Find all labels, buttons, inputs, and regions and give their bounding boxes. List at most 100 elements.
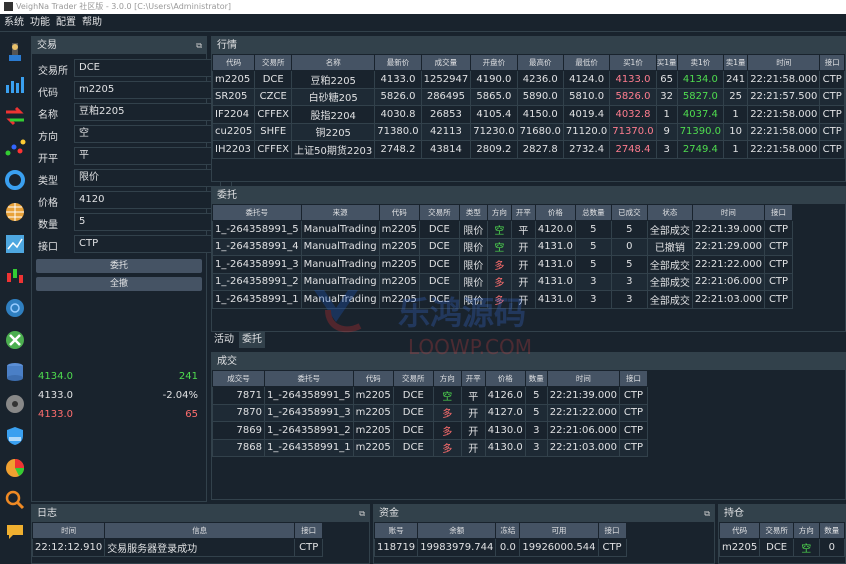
- tick-header[interactable]: 名称: [291, 54, 376, 71]
- direction-select[interactable]: 空: [74, 125, 232, 143]
- tick-row[interactable]: m2205 DCE 豆粕2205 4133.0 1252947 4190.0 4236.0 4…: [211, 70, 845, 89]
- order-type-select[interactable]: 限价: [74, 169, 232, 187]
- order-row[interactable]: 1_-264358991_3 ManualTrading m2205 DCE 限价多开 4…: [212, 255, 794, 274]
- float-icon[interactable]: ⧉: [196, 37, 202, 54]
- position-header[interactable]: 交易所: [759, 522, 795, 539]
- position-row[interactable]: m2205 DCE 空 0: [718, 538, 846, 557]
- exchange-select[interactable]: DCE: [74, 59, 232, 77]
- trades-row[interactable]: 7869 1_-264358991_2 m2205 DCE 多开 4130.0 3 22:21…: [212, 421, 648, 440]
- account-header[interactable]: 余额: [417, 522, 497, 539]
- order-header[interactable]: 开平: [510, 204, 536, 221]
- trades-header[interactable]: 代码: [352, 370, 394, 387]
- trades-header[interactable]: 成交号: [212, 370, 265, 387]
- tick-header[interactable]: 买1价: [609, 54, 657, 71]
- float-icon[interactable]: ⧉: [359, 505, 365, 522]
- menu-system[interactable]: 系统: [4, 17, 24, 28]
- tab-orders[interactable]: 委托: [239, 332, 265, 348]
- symbol-input[interactable]: m2205: [74, 81, 232, 99]
- menu-config[interactable]: 配置: [56, 17, 76, 28]
- position-header[interactable]: 方向: [793, 522, 820, 539]
- trades-header[interactable]: 价格: [484, 370, 526, 387]
- tick-row[interactable]: SR205 CZCE 白砂糖205 5826.0 286495 5865.0 5890.0 5…: [211, 87, 845, 106]
- order-row[interactable]: 1_-264358991_2 ManualTrading m2205 DCE 限价多开 4…: [212, 272, 794, 291]
- account-header[interactable]: 冻结: [495, 522, 521, 539]
- account-header[interactable]: 账号: [373, 522, 419, 539]
- trades-header[interactable]: 开平: [460, 370, 486, 387]
- order-header[interactable]: 委托号: [212, 204, 302, 221]
- order-row[interactable]: 1_-264358991_1 ManualTrading m2205 DCE 限价多开 4…: [212, 290, 794, 309]
- grid-globe-icon[interactable]: [2, 199, 28, 225]
- tick-header[interactable]: 卖1价: [676, 54, 725, 71]
- shield-icon[interactable]: [2, 423, 28, 449]
- contract-query-icon[interactable]: [2, 39, 28, 65]
- trades-header[interactable]: 时间: [546, 370, 620, 387]
- trades-header[interactable]: 方向: [432, 370, 462, 387]
- data-map-icon[interactable]: [2, 231, 28, 257]
- order-header[interactable]: 代码: [378, 204, 420, 221]
- cross-tools-icon[interactable]: [2, 327, 28, 353]
- tick-row[interactable]: IH2203 CFFEX 上证50期货2203 2748.2 43814 2809.2 28…: [211, 140, 845, 159]
- tick-row[interactable]: IF2204 CFFEX 股指2204 4030.8 26853 4105.4 4150.0…: [211, 105, 845, 124]
- tab-active[interactable]: 活动: [211, 332, 237, 348]
- tick-header[interactable]: 最低价: [562, 54, 611, 71]
- order-header[interactable]: 方向: [486, 204, 512, 221]
- tick-header[interactable]: 时间: [747, 54, 821, 71]
- tick-header[interactable]: 开盘价: [470, 54, 518, 71]
- trades-row[interactable]: 7868 1_-264358991_1 m2205 DCE 多开 4130.0 3 22:21…: [212, 438, 648, 457]
- account-header[interactable]: 接口: [597, 522, 627, 539]
- search-icon[interactable]: [2, 487, 28, 513]
- order-header[interactable]: 状态: [646, 204, 693, 221]
- order-row[interactable]: 1_-264358991_5 ManualTrading m2205 DCE 限价空平 4…: [212, 220, 794, 239]
- log-header[interactable]: 时间: [31, 522, 106, 539]
- order-header[interactable]: 总数量: [574, 204, 612, 221]
- disk-icon[interactable]: [2, 391, 28, 417]
- tick-header[interactable]: 最新价: [374, 54, 422, 71]
- gateway-select[interactable]: CTP: [74, 235, 232, 253]
- trades-header[interactable]: 数量: [524, 370, 548, 387]
- chat-icon[interactable]: [2, 519, 28, 545]
- order-header[interactable]: 类型: [458, 204, 488, 221]
- circle-ring-icon[interactable]: [2, 167, 28, 193]
- exchange-arrows-icon[interactable]: [2, 103, 28, 129]
- order-header[interactable]: 接口: [764, 204, 794, 221]
- tick-header[interactable]: 代码: [211, 54, 256, 71]
- price-input[interactable]: 4120: [74, 191, 218, 209]
- float-icon[interactable]: ⧉: [704, 505, 710, 522]
- account-row[interactable]: 118719 19983979.744 0.0 19926000.544 CTP: [373, 538, 627, 557]
- database-icon[interactable]: [2, 359, 28, 385]
- order-header[interactable]: 时间: [691, 204, 766, 221]
- trades-row[interactable]: 7871 1_-264358991_5 m2205 DCE 空平 4126.0 5 22:21…: [212, 386, 648, 405]
- spread-chart-icon[interactable]: [2, 71, 28, 97]
- tick-header[interactable]: 卖1量: [723, 54, 749, 71]
- tick-header[interactable]: 买1量: [655, 54, 678, 71]
- menu-function[interactable]: 功能: [30, 17, 50, 28]
- order-header[interactable]: 交易所: [418, 204, 460, 221]
- trades-header[interactable]: 委托号: [264, 370, 354, 387]
- tick-row[interactable]: cu2205 SHFE 铜2205 71380.0 42113 71230.0 71680.…: [211, 122, 845, 141]
- trades-row[interactable]: 7870 1_-264358991_3 m2205 DCE 多开 4127.0 5 22:21…: [212, 403, 648, 422]
- scatter-dots-icon[interactable]: [2, 135, 28, 161]
- trades-header[interactable]: 接口: [618, 370, 648, 387]
- volume-input[interactable]: 5: [74, 213, 232, 231]
- trades-header[interactable]: 交易所: [392, 370, 434, 387]
- menu-help[interactable]: 帮助: [82, 17, 102, 28]
- tick-header[interactable]: 交易所: [254, 54, 293, 71]
- order-header[interactable]: 已成交: [610, 204, 648, 221]
- account-header[interactable]: 可用: [519, 522, 599, 539]
- position-header[interactable]: 代码: [718, 522, 761, 539]
- network-icon[interactable]: [2, 295, 28, 321]
- send-order-button[interactable]: 委托: [36, 259, 202, 273]
- tick-header[interactable]: 成交量: [420, 54, 472, 71]
- cancel-all-button[interactable]: 全撤: [36, 277, 202, 291]
- tick-header[interactable]: 最高价: [516, 54, 564, 71]
- candlestick-icon[interactable]: [2, 263, 28, 289]
- tick-header[interactable]: 接口: [819, 54, 845, 71]
- log-header[interactable]: 接口: [294, 522, 324, 539]
- position-header[interactable]: 数量: [818, 522, 846, 539]
- order-row[interactable]: 1_-264358991_4 ManualTrading m2205 DCE 限价空开 4…: [212, 237, 794, 256]
- order-header[interactable]: 价格: [534, 204, 576, 221]
- order-header[interactable]: 来源: [300, 204, 380, 221]
- log-row[interactable]: 22:12:12.910 交易服务器登录成功 CTP: [31, 538, 324, 557]
- log-header[interactable]: 信息: [104, 522, 296, 539]
- offset-select[interactable]: 平: [74, 147, 232, 165]
